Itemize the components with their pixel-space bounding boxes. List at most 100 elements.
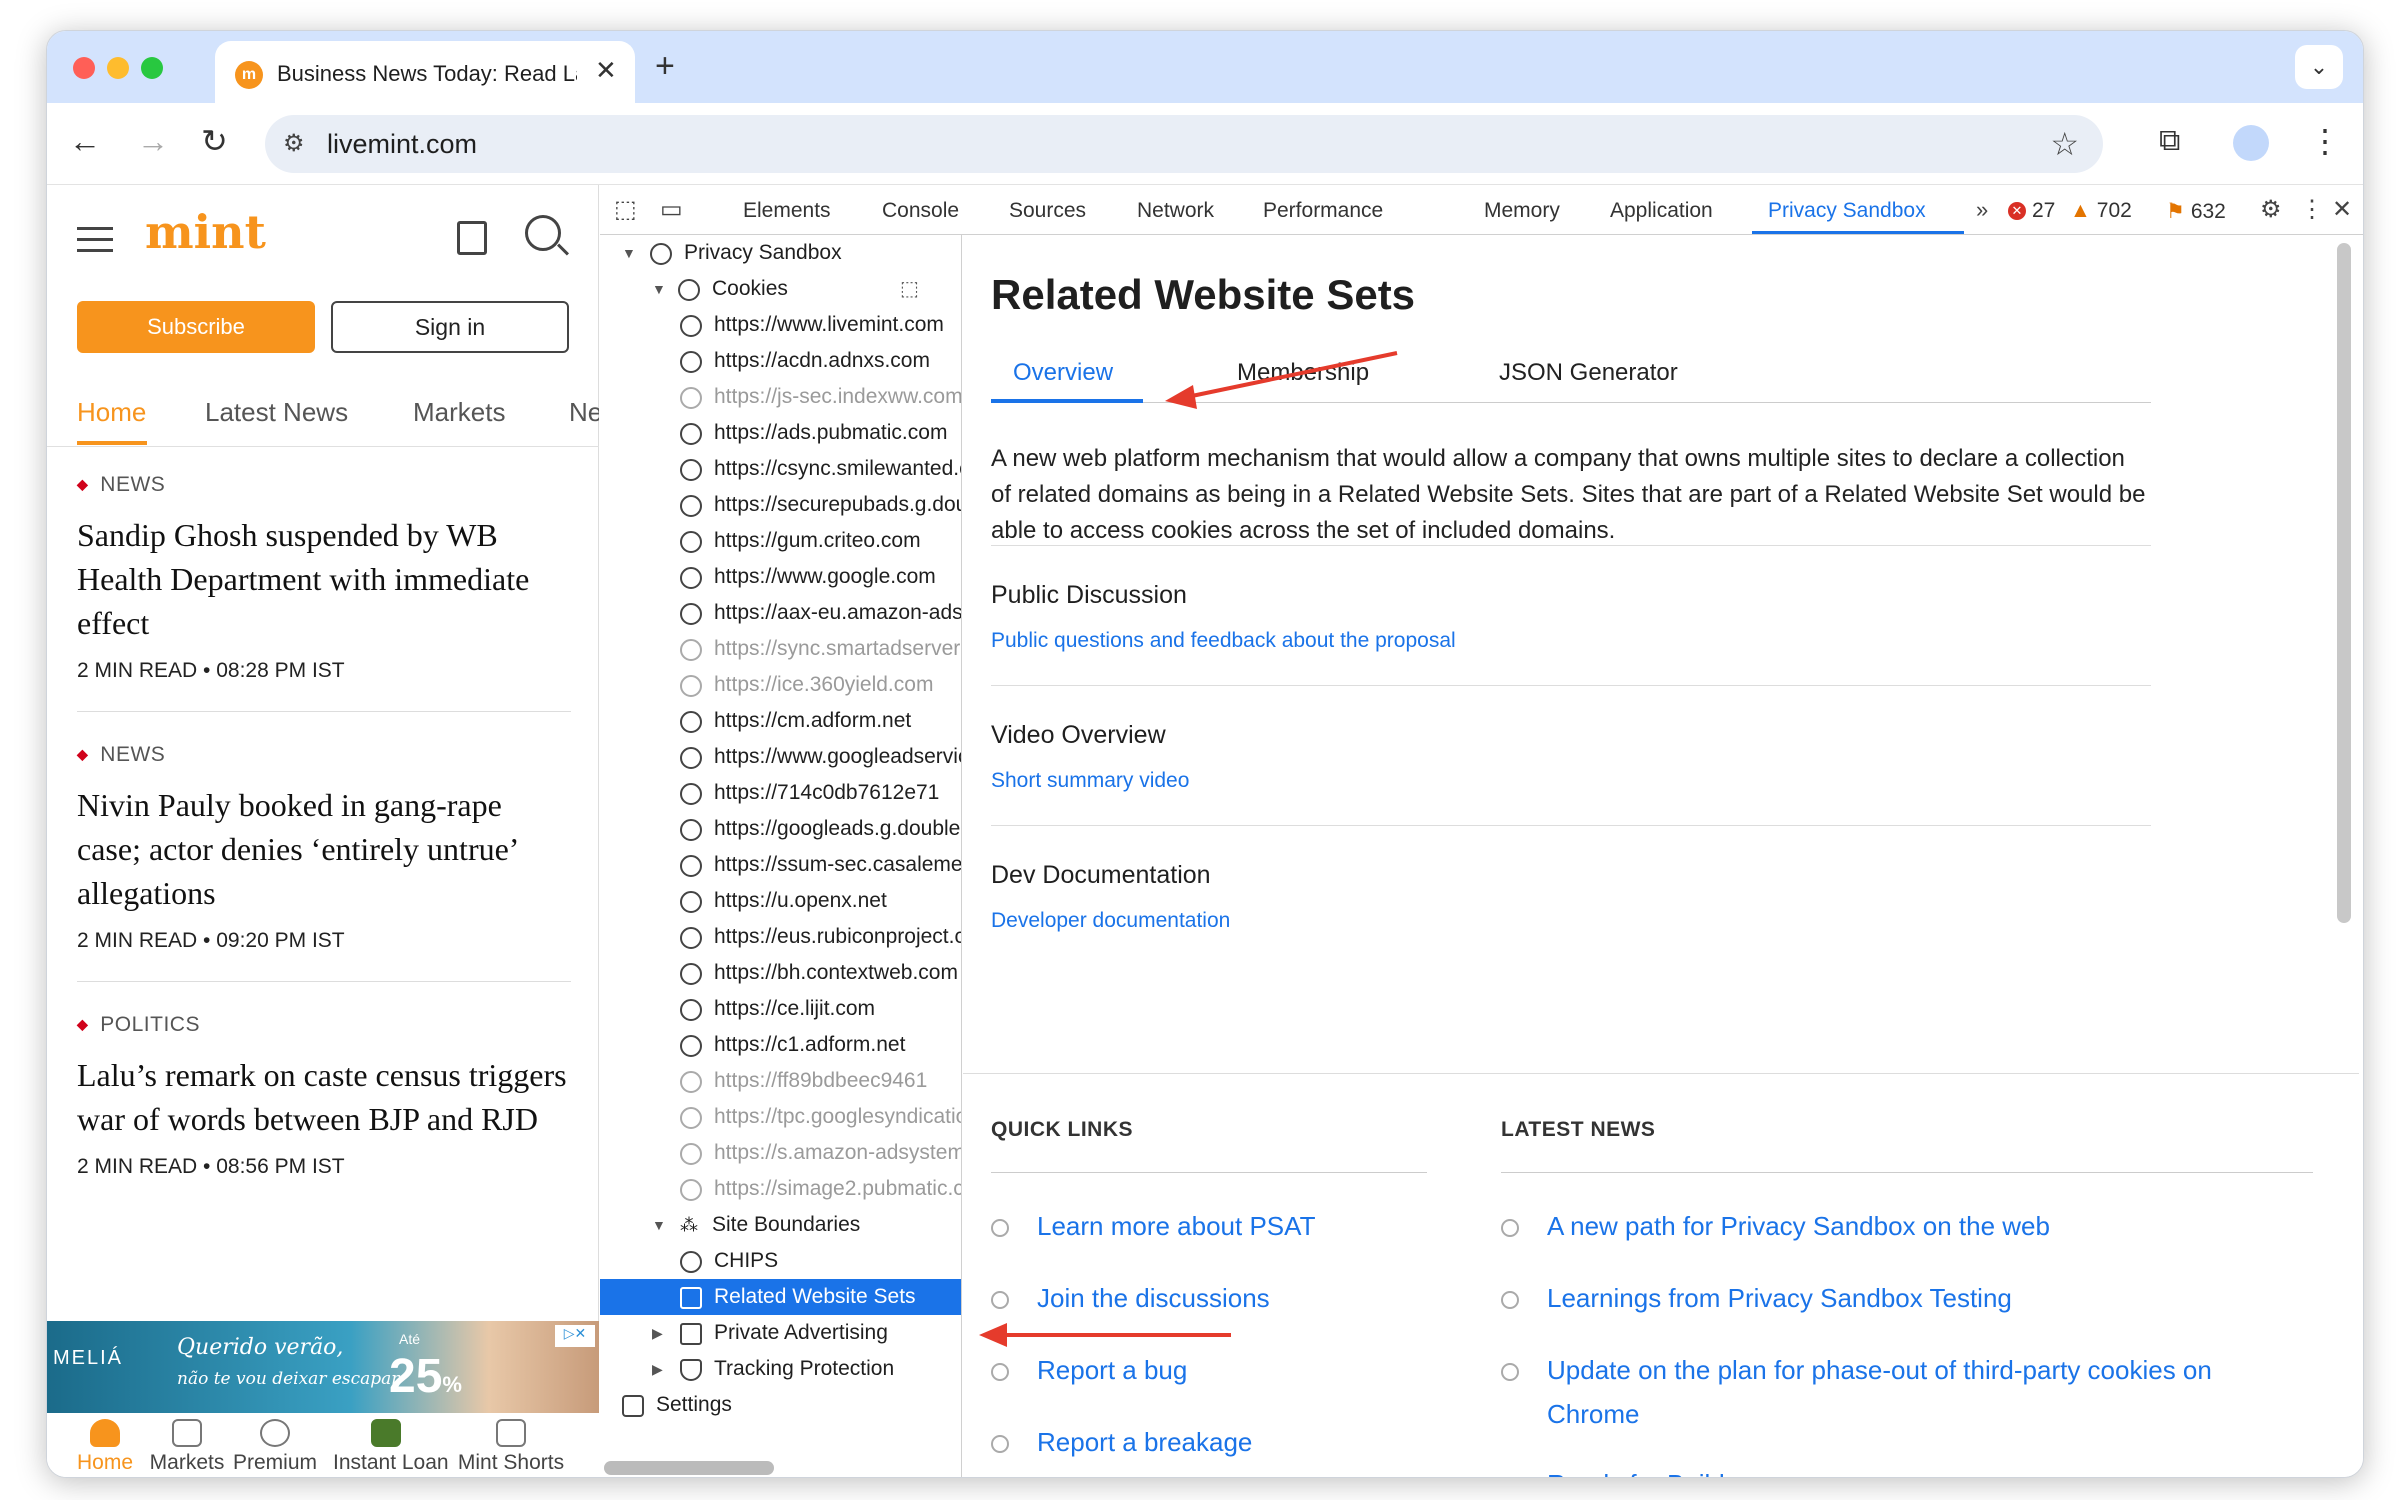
story-headline[interactable]: Lalu’s remark on caste census triggers w… [77, 1053, 571, 1141]
nav-latest-news[interactable]: Latest News [205, 397, 348, 428]
story-item[interactable]: ◆ POLITICS Lalu’s remark on caste census … [77, 1013, 571, 1179]
tab-application[interactable]: Application [1610, 199, 1713, 223]
tab-memory[interactable]: Memory [1484, 199, 1560, 223]
tab-performance[interactable]: Performance [1263, 199, 1383, 223]
warning-count[interactable]: ▲ 702 [2070, 199, 2132, 223]
tree-item-cookie-site[interactable]: https://www.googleadservices.com [600, 739, 961, 775]
dev-documentation-link[interactable]: Developer documentation [991, 909, 1230, 933]
tree-item-tracking-protection[interactable]: ▶ Tracking Protection [600, 1351, 961, 1387]
story-item[interactable]: ◆ NEWS Nivin Pauly booked in gang-rape ca… [77, 743, 571, 982]
minimize-window-button[interactable] [107, 57, 129, 79]
tree-item-chips[interactable]: CHIPS [600, 1243, 961, 1279]
bottom-nav-premium[interactable]: Premium [227, 1413, 323, 1475]
tree-item-cookie-site[interactable]: https://bh.contextweb.com [600, 955, 961, 991]
nav-home[interactable]: Home [77, 397, 146, 428]
reload-icon[interactable]: ↻ [201, 121, 228, 161]
tree-item-settings[interactable]: Settings [600, 1387, 961, 1423]
quick-link[interactable]: Learn more about PSAT [990, 1204, 1315, 1248]
quick-link[interactable]: Report a breakage [990, 1420, 1252, 1464]
tree-item-cookie-site[interactable]: https://s.amazon-adsystem.com [600, 1135, 961, 1171]
inspect-element-icon[interactable]: ⬚ [614, 195, 637, 224]
tree-item-cookie-site[interactable]: https://714c0db7612e71 [600, 775, 961, 811]
story-headline[interactable]: Nivin Pauly booked in gang-rape case; ac… [77, 783, 571, 915]
story-item[interactable]: ◆ NEWS Sandip Ghosh suspended by WB Healt… [77, 473, 571, 712]
device-toolbar-icon[interactable]: ▭ [660, 195, 683, 224]
back-arrow-icon[interactable]: ← [69, 121, 101, 161]
tab-overview[interactable]: Overview [1013, 359, 1113, 387]
quick-link[interactable]: Report a bug [990, 1348, 1187, 1392]
horizontal-scrollbar[interactable] [604, 1461, 774, 1475]
site-info-icon[interactable]: ⚙ [283, 129, 305, 158]
tree-item-site-boundaries[interactable]: ▼ ⁂ Site Boundaries [600, 1207, 961, 1243]
tab-elements[interactable]: Elements [743, 199, 831, 223]
tree-item-cookie-site[interactable]: https://cm.adform.net [600, 703, 961, 739]
tree-item-cookie-site[interactable]: https://simage2.pubmatic.com [600, 1171, 961, 1207]
subscribe-button[interactable]: Subscribe [77, 301, 315, 353]
profile-avatar-icon[interactable] [2233, 125, 2269, 161]
address-bar[interactable]: ⚙ livemint.com ☆ [265, 115, 2103, 173]
tab-privacy-sandbox[interactable]: Privacy Sandbox [1768, 199, 1926, 223]
tree-item-cookie-site[interactable]: https://ff89bdbeec9461 [600, 1063, 961, 1099]
new-tab-icon[interactable]: + [655, 47, 675, 86]
tree-item-cookie-site[interactable]: https://sync.smartadserver.com [600, 631, 961, 667]
mint-logo[interactable]: mint [145, 205, 266, 259]
tree-item-cookie-site[interactable]: https://u.openx.net [600, 883, 961, 919]
issues-count[interactable]: ⚑ 632 [2166, 199, 2226, 224]
news-link[interactable]: A new path for Privacy Sandbox on the we… [1501, 1204, 2050, 1248]
forward-arrow-icon[interactable]: → [137, 121, 169, 161]
tree-item-cookie-site[interactable]: https://js-sec.indexww.com [600, 379, 961, 415]
tree-item-cookie-site[interactable]: https://ssum-sec.casalemedia.com [600, 847, 961, 883]
tree-item-cookie-site[interactable]: https://ads.pubmatic.com [600, 415, 961, 451]
news-link[interactable]: Learnings from Privacy Sandbox Testing [1501, 1276, 2012, 1320]
tab-search-chevron-icon[interactable]: ⌄ [2295, 45, 2343, 89]
tree-item-cookie-site[interactable]: https://www.google.com [600, 559, 961, 595]
story-headline[interactable]: Sandip Ghosh suspended by WB Health Depa… [77, 513, 571, 645]
vertical-scrollbar[interactable] [2337, 243, 2351, 923]
tree-item-cookie-site[interactable]: https://csync.smilewanted.com [600, 451, 961, 487]
tree-item-cookie-site[interactable]: https://acdn.adnxs.com [600, 343, 961, 379]
tree-item-privacy-sandbox[interactable]: ▼ Privacy Sandbox [600, 235, 961, 271]
tree-item-cookie-site[interactable]: https://c1.adform.net [600, 1027, 961, 1063]
video-overview-link[interactable]: Short summary video [991, 769, 1189, 793]
quick-link[interactable]: Join the discussions [991, 1276, 1270, 1320]
tab-json-generator[interactable]: JSON Generator [1499, 359, 1678, 387]
bottom-nav-markets[interactable]: Markets [139, 1413, 235, 1475]
bookmark-star-icon[interactable]: ☆ [2050, 125, 2079, 163]
tree-item-cookie-site[interactable]: https://eus.rubiconproject.com [600, 919, 961, 955]
bottom-nav-instant-loan[interactable]: Instant Loan [333, 1413, 449, 1475]
close-tab-icon[interactable]: ✕ [595, 55, 617, 86]
settings-gear-icon[interactable]: ⚙ [2260, 195, 2282, 224]
browser-menu-icon[interactable]: ⋮ [2309, 121, 2341, 161]
search-icon[interactable] [525, 215, 561, 251]
tree-item-cookie-site[interactable]: https://securepubads.g.doubleclick.net [600, 487, 961, 523]
extensions-icon[interactable]: ⧉ [2159, 121, 2180, 161]
tree-item-cookie-site[interactable]: https://aax-eu.amazon-adsystem.com [600, 595, 961, 631]
tree-item-related-website-sets[interactable]: Related Website Sets [600, 1279, 961, 1315]
news-link[interactable]: Ready for Builders [1547, 1462, 1761, 1477]
hamburger-menu-icon[interactable] [77, 227, 113, 260]
close-devtools-icon[interactable]: ✕ [2332, 195, 2352, 224]
inspect-cookies-icon[interactable]: ⬚ [900, 271, 919, 307]
browser-tab[interactable]: m Business News Today: Read Latest ✕ [215, 41, 635, 103]
epaper-icon[interactable] [457, 221, 487, 255]
tree-item-cookie-site[interactable]: https://ice.360yield.com [600, 667, 961, 703]
nav-more[interactable]: Ne [569, 397, 599, 428]
tab-membership[interactable]: Membership [1237, 359, 1369, 387]
tab-sources[interactable]: Sources [1009, 199, 1086, 223]
close-window-button[interactable] [73, 57, 95, 79]
ad-banner[interactable]: MELIÁ Querido verão, não te vou deixar e… [47, 1321, 599, 1413]
more-tabs-chevron-icon[interactable]: » [1976, 197, 1988, 223]
news-link[interactable]: Update on the plan for phase-out of thir… [1501, 1348, 2307, 1436]
tree-item-cookie-site[interactable]: https://googleads.g.doubleclick.net [600, 811, 961, 847]
adchoices-icon[interactable]: ▷✕ [555, 1325, 595, 1347]
tab-console[interactable]: Console [882, 199, 959, 223]
bottom-nav-mint-shorts[interactable]: Mint Shorts [451, 1413, 571, 1475]
tree-item-cookie-site[interactable]: https://tpc.googlesyndication.com [600, 1099, 961, 1135]
tree-item-private-advertising[interactable]: ▶ Private Advertising [600, 1315, 961, 1351]
devtools-menu-icon[interactable]: ⋮ [2300, 195, 2324, 224]
tree-item-cookie-site[interactable]: https://ce.lijit.com [600, 991, 961, 1027]
public-discussion-link[interactable]: Public questions and feedback about the … [991, 629, 1456, 653]
error-count[interactable]: ✕ 27 [2008, 199, 2055, 223]
tab-network[interactable]: Network [1137, 199, 1214, 223]
nav-markets[interactable]: Markets [413, 397, 505, 428]
